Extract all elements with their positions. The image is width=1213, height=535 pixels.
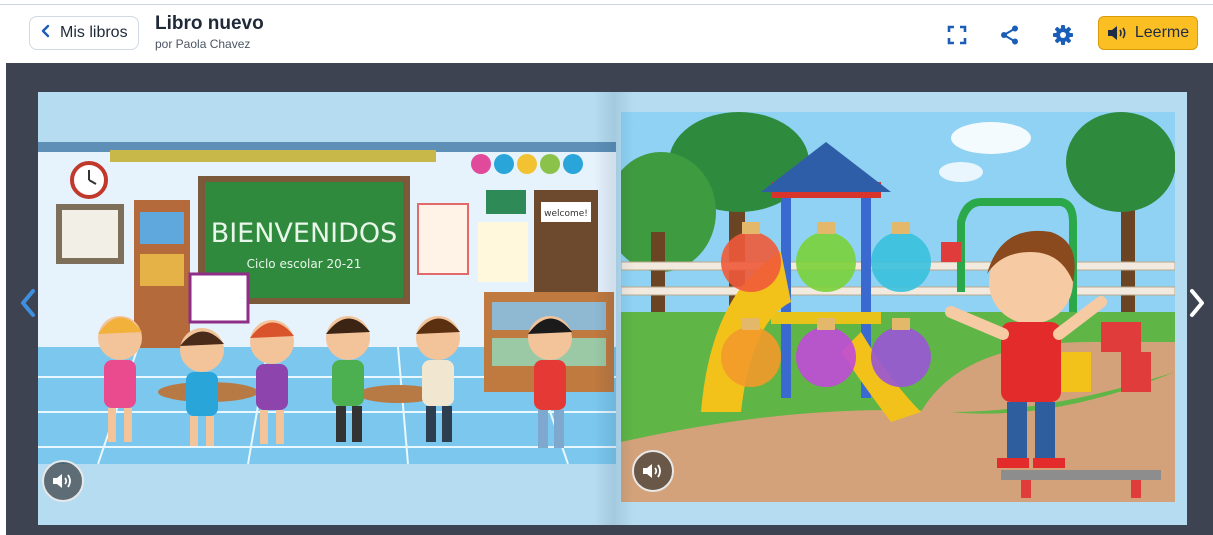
settings-button[interactable]	[1050, 22, 1076, 48]
reader-stage: BIENVENIDOS Ciclo escolar 20-21 welcome!	[6, 63, 1213, 535]
gear-icon	[1053, 25, 1073, 45]
left-page-illustration: BIENVENIDOS Ciclo escolar 20-21 welcome!	[38, 142, 616, 464]
read-aloud-button[interactable]: Leerme	[1098, 16, 1198, 50]
speaker-icon	[1107, 26, 1126, 40]
board-subtitle: Ciclo escolar 20-21	[247, 257, 362, 271]
share-icon	[1001, 25, 1018, 45]
speaker-icon	[53, 474, 71, 488]
chevron-right-icon	[1190, 289, 1204, 317]
left-page-audio-button[interactable]	[42, 460, 84, 502]
back-button-label: Mis libros	[60, 24, 128, 41]
open-book: BIENVENIDOS Ciclo escolar 20-21 welcome!	[38, 92, 1187, 525]
book-spine-shadow	[594, 92, 634, 525]
app-header: Mis libros Libro nuevo por Paola Chavez	[0, 5, 1213, 63]
share-button[interactable]	[997, 22, 1023, 48]
right-page-audio-button[interactable]	[632, 450, 674, 492]
back-to-books-button[interactable]: Mis libros	[29, 16, 139, 50]
fullscreen-icon	[947, 25, 967, 45]
right-page-illustration	[621, 112, 1175, 502]
chevron-left-icon	[21, 289, 35, 317]
speaker-icon	[643, 464, 661, 478]
next-page-button[interactable]	[1185, 286, 1209, 320]
chevron-left-icon	[40, 24, 52, 42]
book-title: Libro nuevo	[155, 13, 264, 34]
read-aloud-label: Leerme	[1134, 24, 1190, 41]
fullscreen-button[interactable]	[944, 22, 970, 48]
prev-page-button[interactable]	[16, 286, 40, 320]
door-sign: welcome!	[544, 209, 588, 219]
book-author: por Paola Chavez	[155, 37, 251, 51]
board-title: BIENVENIDOS	[211, 218, 398, 249]
